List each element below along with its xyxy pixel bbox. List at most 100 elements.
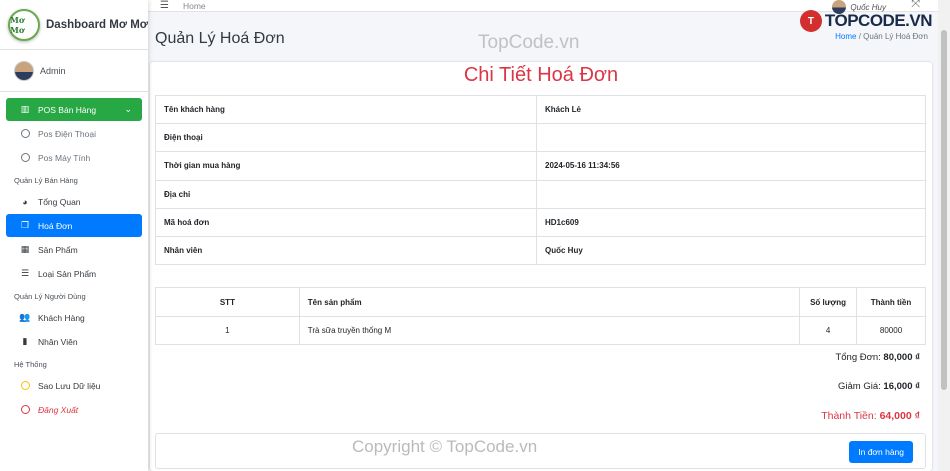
avatar [14, 60, 34, 81]
info-label: Thời gian mua hàng [155, 151, 537, 181]
watermark-logo: T TOPCODE.VN [799, 10, 933, 32]
sidebar-item-overview[interactable]: ◕ Tổng Quan [6, 190, 142, 213]
sidebar-item-pos-phone[interactable]: Pos Điện Thoại [6, 122, 142, 145]
info-row: Nhân viên Quốc Huy [155, 235, 926, 266]
summary-total-label: Tổng Đơn: [835, 352, 881, 363]
info-value: HD1c609 [536, 207, 926, 237]
sidebar-item-invoices[interactable]: ❐ Hoá Đơn [6, 214, 142, 237]
watermark-copyright: Copyright © TopCode.vn [352, 437, 538, 456]
scrollbar[interactable] [938, 0, 950, 471]
watermark-logo-text: TOPCODE.VN [824, 11, 933, 30]
sidebar-item-customers[interactable]: 👥 Khách Hàng [6, 306, 142, 329]
table-header-row: STT Tên sản phẩm Số lượng Thành tiền [155, 287, 926, 317]
summary-discount-value: 16,000 ₫ [883, 381, 920, 392]
user-panel[interactable]: Admin [0, 50, 148, 92]
nav-header-system: Hệ Thống [14, 360, 47, 369]
sidebar-item-label: Đăng Xuất [38, 404, 79, 415]
circle-icon [18, 381, 32, 390]
summary-discount-label: Giảm Giá: [838, 381, 881, 392]
nav-header-sales: Quản Lý Bán Hàng [14, 176, 78, 185]
info-label: Tên khách hàng [155, 94, 537, 125]
sidebar: Mơ Mơ Dashboard Mơ Mơ Admin ▥ POS Bán Hà… [0, 0, 148, 471]
book-icon: ▮ [22, 336, 28, 346]
summary-final-value: 64,000 ₫ [879, 410, 920, 422]
brand-logo: Mơ Mơ [8, 8, 40, 41]
page-title: Quản Lý Hoá Đơn [155, 30, 285, 47]
info-label: Điện thoại [155, 123, 537, 153]
info-label: Nhân viên [155, 235, 537, 266]
users-icon: 👥 [19, 312, 31, 322]
invoice-info-table: Tên khách hàng Khách Lẻ Điện thoại Thời gia… [155, 94, 926, 266]
summary-total-value: 80,000 ₫ [883, 352, 920, 363]
summary-final: Thành Tiền: 64,000 ₫ [821, 410, 920, 422]
sidebar-item-pos[interactable]: ▥ POS Bán Hàng ⌄ [6, 98, 142, 121]
watermark-text: TopCode.vn [478, 32, 580, 53]
sidebar-item-label: Tổng Quan [38, 196, 81, 207]
info-label: Mã hoá đơn [155, 207, 537, 237]
sidebar-item-label: Pos Máy Tính [38, 152, 91, 163]
card-footer: In đơn hàng [155, 433, 926, 469]
invoice-card: Chi Tiết Hoá Đơn Tên khách hàng Khách Lẻ Đ… [150, 62, 932, 471]
summary-discount: Giảm Giá: 16,000 ₫ [838, 381, 920, 392]
grid-icon: ▦ [20, 244, 30, 254]
sidebar-item-label: Sao Lưu Dữ liệu [38, 380, 101, 391]
brand[interactable]: Mơ Mơ Dashboard Mơ Mơ [0, 0, 148, 50]
sidebar-item-products[interactable]: ▦ Sản Phẩm [6, 238, 142, 261]
sidebar-item-label: POS Bán Hàng [38, 104, 97, 115]
sidebar-item-logout[interactable]: Đăng Xuất [6, 398, 142, 421]
sidebar-item-label: Loại Sản Phẩm [38, 268, 97, 279]
menu-icon[interactable]: ☰ [160, 0, 169, 11]
info-value: 2024-05-16 11:34:56 [536, 151, 926, 181]
info-row: Điện thoại [155, 123, 926, 153]
scrollbar-thumb[interactable] [941, 30, 947, 390]
info-value: Khách Lẻ [536, 94, 926, 125]
sidebar-item-label: Khách Hàng [38, 312, 85, 323]
info-row: Tên khách hàng Khách Lẻ [155, 94, 926, 125]
circle-icon [18, 129, 32, 138]
summary-final-label: Thành Tiền: [821, 410, 877, 422]
item-total: 80000 [856, 316, 926, 345]
sidebar-item-backup[interactable]: Sao Lưu Dữ liệu [6, 374, 142, 397]
sidebar-item-label: Hoá Đơn [38, 220, 73, 231]
info-value [536, 179, 926, 209]
brand-name: Dashboard Mơ Mơ [46, 18, 148, 31]
breadcrumb: Home / Quản Lý Hoá Đơn [835, 32, 928, 41]
sidebar-item-categories[interactable]: ☰ Loại Sản Phẩm [6, 262, 142, 285]
column-header-qty: Số lượng [799, 287, 858, 317]
invoice-items-table: STT Tên sản phẩm Số lượng Thành tiền 1 Tr… [155, 287, 926, 345]
info-row: Địa chỉ [155, 179, 926, 209]
breadcrumb-separator: / [858, 32, 861, 41]
columns-icon: ▥ [20, 104, 30, 114]
nav-header-users: Quản Lý Người Dùng [14, 292, 86, 301]
print-invoice-button[interactable]: In đơn hàng [849, 441, 913, 463]
info-label: Địa chỉ [155, 179, 537, 209]
chevron-down-icon: ⌄ [124, 104, 132, 114]
list-icon: ☰ [20, 268, 30, 278]
watermark-badge: T [799, 10, 822, 32]
breadcrumb-home[interactable]: Home [835, 32, 856, 41]
circle-icon [18, 405, 32, 414]
item-stt: 1 [155, 316, 300, 345]
info-value: Quốc Huy [536, 235, 926, 266]
summary-total: Tổng Đơn: 80,000 ₫ [835, 352, 920, 363]
item-qty: 4 [799, 316, 858, 345]
table-row: 1 Trà sữa truyền thống M 4 80000 [155, 316, 926, 345]
topbar-home-link[interactable]: Home [183, 1, 206, 11]
sidebar-item-label: Nhân Viên [38, 336, 78, 347]
column-header-name: Tên sản phẩm [298, 287, 801, 317]
sidebar-item-label: Sản Phẩm [38, 244, 78, 255]
column-header-stt: STT [155, 287, 300, 317]
invoice-icon: ❐ [20, 220, 30, 230]
breadcrumb-current: Quản Lý Hoá Đơn [863, 32, 928, 41]
info-value [536, 123, 926, 153]
brand-logo-text: Mơ Mơ [10, 14, 25, 35]
gauge-icon: ◕ [22, 196, 28, 207]
info-row: Mã hoá đơn HD1c609 [155, 207, 926, 237]
item-name: Trà sữa truyền thống M [298, 316, 801, 345]
sidebar-item-pos-computer[interactable]: Pos Máy Tính [6, 146, 142, 169]
sidebar-item-label: Pos Điện Thoại [38, 128, 96, 139]
info-row: Thời gian mua hàng 2024-05-16 11:34:56 [155, 151, 926, 181]
user-name: Admin [40, 65, 66, 76]
column-header-total: Thành tiền [856, 287, 926, 317]
sidebar-item-staff[interactable]: ▮ Nhân Viên [6, 330, 142, 353]
